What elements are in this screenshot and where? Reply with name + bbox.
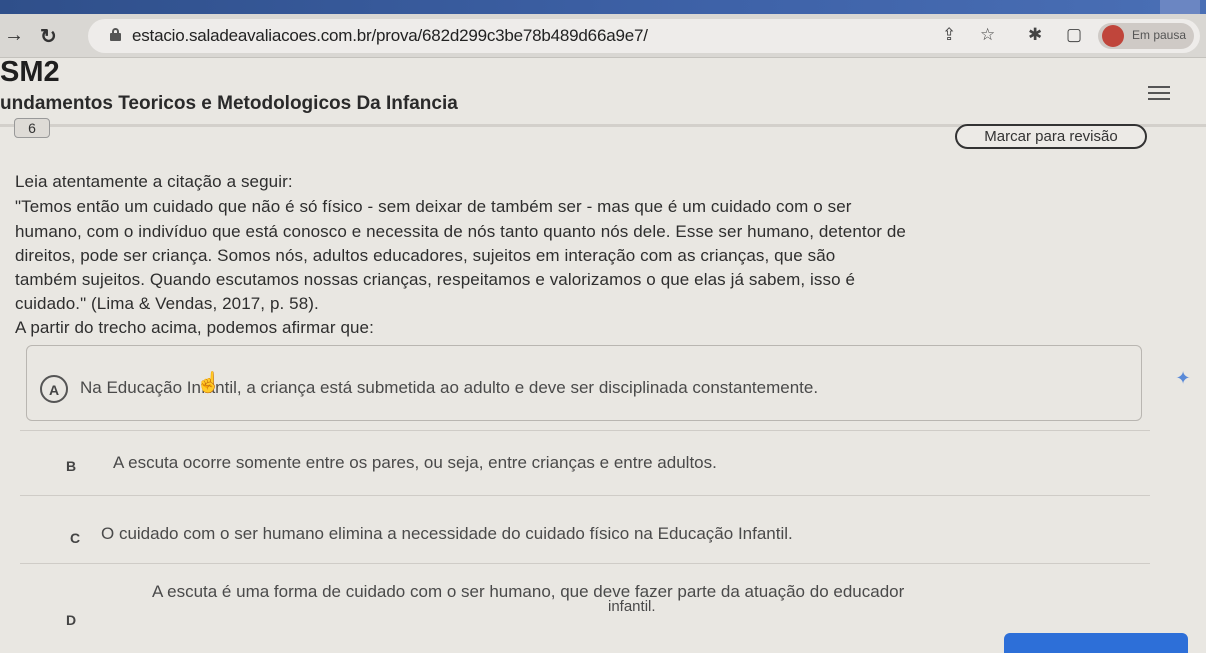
divider: [20, 430, 1150, 431]
option-c-letter[interactable]: C: [70, 530, 80, 546]
question-line: cuidado." (Lima & Vendas, 2017, p. 58).: [15, 294, 319, 313]
question-line: direitos, pode ser criança. Somos nós, a…: [15, 246, 836, 265]
option-d-text[interactable]: A escuta é uma forma de cuidado com o se…: [152, 582, 904, 602]
option-d-letter[interactable]: D: [66, 612, 76, 628]
option-a-text[interactable]: Na Educação Infantil, a criança está sub…: [80, 378, 818, 398]
window-title-bar: [0, 0, 1206, 14]
option-a-letter[interactable]: A: [40, 375, 68, 403]
confirm-button[interactable]: [1004, 633, 1188, 653]
question-line: também sujeitos. Quando escutamos nossas…: [15, 270, 856, 289]
question-prompt: A partir do trecho acima, podemos afirma…: [15, 318, 374, 337]
share-icon[interactable]: ⇪: [942, 25, 956, 45]
profile-button[interactable]: Em pausa: [1098, 23, 1194, 49]
question-number: 6: [14, 118, 50, 138]
browser-toolbar: → ↻ estacio.saladeavaliacoes.com.br/prov…: [0, 14, 1206, 58]
avatar: [1102, 25, 1124, 47]
lock-icon[interactable]: [110, 28, 121, 41]
extension-icon[interactable]: ✱: [1028, 25, 1042, 45]
option-c-text[interactable]: O cuidado com o ser humano elimina a nec…: [101, 524, 793, 544]
url-text[interactable]: estacio.saladeavaliacoes.com.br/prova/68…: [132, 26, 648, 46]
address-bar[interactable]: estacio.saladeavaliacoes.com.br/prova/68…: [88, 19, 1200, 53]
window-controls[interactable]: [1160, 0, 1200, 14]
question-line: "Temos então um cuidado que não é só fís…: [15, 197, 852, 216]
hand-cursor-icon: ☝: [196, 372, 221, 394]
option-b-letter[interactable]: B: [66, 458, 76, 474]
divider: [20, 495, 1150, 496]
spark-icon[interactable]: ✦: [1168, 368, 1198, 388]
course-name: undamentos Teoricos e Metodologicos Da I…: [0, 93, 458, 114]
divider: [20, 563, 1150, 564]
profile-status: Em pausa: [1132, 28, 1187, 42]
option-b-text[interactable]: A escuta ocorre somente entre os pares, …: [113, 453, 717, 473]
sidebar-icon[interactable]: ▢: [1066, 25, 1082, 45]
question-line: humano, com o indivíduo que está conosco…: [15, 222, 906, 241]
star-icon[interactable]: ☆: [980, 25, 995, 45]
forward-arrow-icon[interactable]: →: [4, 24, 24, 47]
option-d-text-cont[interactable]: infantil.: [608, 598, 656, 615]
course-code: SM2: [0, 56, 60, 88]
reload-icon[interactable]: ↻: [40, 24, 57, 49]
hamburger-menu-icon[interactable]: [1148, 86, 1170, 100]
mark-for-review-button[interactable]: Marcar para revisão: [955, 124, 1147, 149]
question-intro: Leia atentamente a citação a seguir:: [15, 172, 293, 191]
